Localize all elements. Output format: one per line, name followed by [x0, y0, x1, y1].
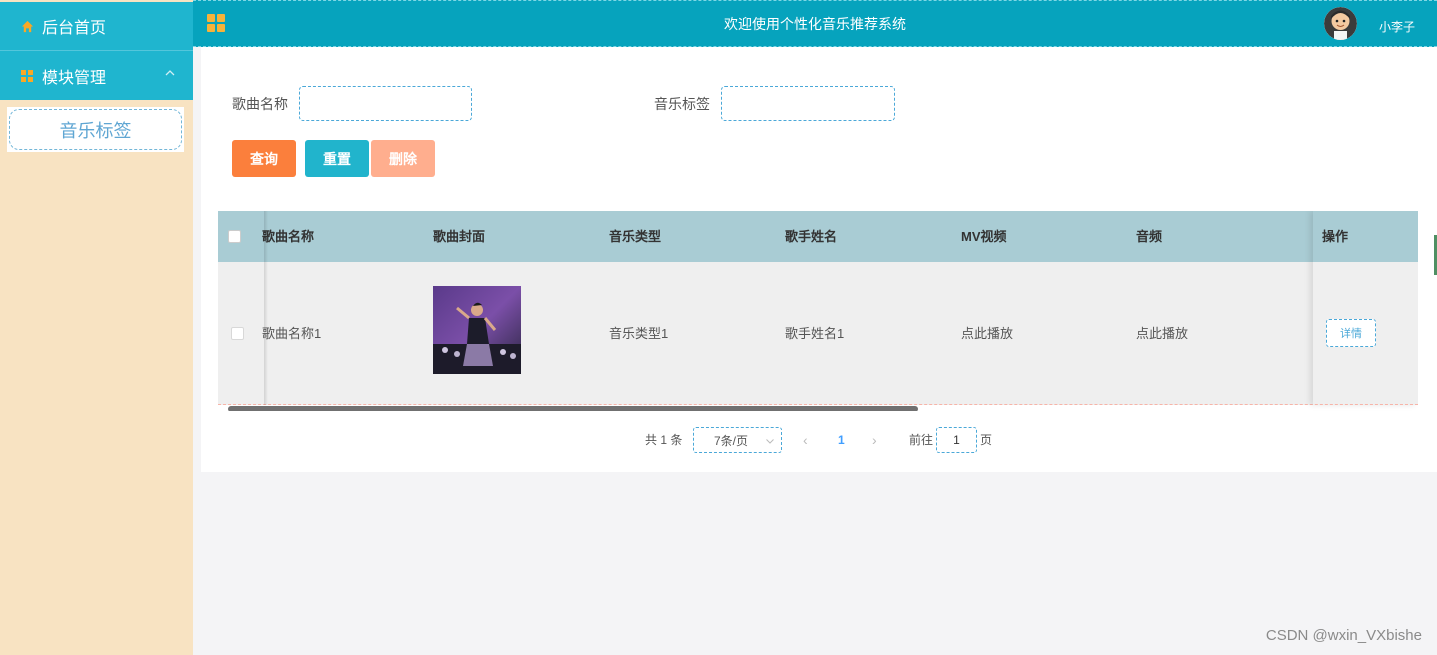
- goto-label: 前往: [909, 433, 934, 447]
- sidebar-item-module-management[interactable]: 模块管理: [0, 51, 193, 100]
- cell-mv-link[interactable]: 点此播放: [961, 262, 1013, 405]
- page-title: 欢迎使用个性化音乐推荐系统: [724, 16, 906, 32]
- song-name-input[interactable]: [299, 86, 472, 121]
- sidebar-item-module-label: 模块管理: [42, 69, 107, 87]
- watermark: CSDN @wxin_VXbishe: [1265, 627, 1422, 644]
- home-icon: [20, 19, 34, 33]
- query-button[interactable]: 查询: [232, 140, 296, 177]
- page-unit-label: 页: [980, 433, 993, 447]
- page-size-value: 7条/页: [714, 434, 749, 448]
- pagination-total: 共 1 条: [645, 433, 683, 447]
- col-song-name: 歌曲名称: [262, 229, 315, 244]
- song-cover-image: [433, 286, 521, 374]
- main-content: 歌曲名称 音乐标签 查询 重置 删除 歌曲名称 歌曲封面 音乐类型 歌手姓名 M…: [201, 47, 1437, 472]
- delete-button[interactable]: 删除: [371, 140, 435, 177]
- col-singer: 歌手姓名: [785, 229, 838, 244]
- prev-page-icon[interactable]: ‹: [803, 427, 808, 453]
- select-all-checkbox[interactable]: [228, 230, 241, 243]
- col-music-type: 音乐类型: [609, 229, 662, 244]
- fixed-column-shadow: [264, 211, 268, 405]
- current-page-number[interactable]: 1: [838, 427, 845, 453]
- chevron-down-icon: [766, 439, 774, 444]
- submenu-item-music-tags[interactable]: 音乐标签: [9, 109, 182, 150]
- chevron-up-icon[interactable]: [165, 68, 175, 78]
- reset-button[interactable]: 重置: [305, 140, 369, 177]
- song-name-label: 歌曲名称: [232, 96, 288, 112]
- top-header: 欢迎使用个性化音乐推荐系统 小李子: [193, 0, 1437, 47]
- page-size-select[interactable]: 7条/页: [693, 427, 782, 453]
- submenu: 音乐标签: [7, 107, 184, 152]
- cell-music-type: 音乐类型1: [609, 326, 669, 341]
- col-cover: 歌曲封面: [433, 229, 486, 244]
- music-tag-input[interactable]: [721, 86, 895, 121]
- next-page-icon[interactable]: ›: [872, 427, 877, 453]
- avatar[interactable]: [1324, 7, 1357, 40]
- row-checkbox[interactable]: [231, 327, 244, 340]
- sidebar-item-home[interactable]: 后台首页: [0, 2, 193, 51]
- music-tag-label: 音乐标签: [654, 96, 710, 112]
- sidebar-item-home-label: 后台首页: [42, 20, 107, 37]
- submenu-item-label: 音乐标签: [59, 120, 132, 141]
- cell-audio-link[interactable]: 点此播放: [1136, 262, 1188, 405]
- table-header: 歌曲名称 歌曲封面 音乐类型 歌手姓名 MV视频 音频 操作: [218, 211, 1418, 262]
- username[interactable]: 小李子: [1379, 18, 1415, 35]
- goto-page-input[interactable]: 1: [936, 427, 977, 453]
- fixed-action-column: [1313, 211, 1418, 405]
- col-mv: MV视频: [961, 229, 1007, 244]
- cell-singer: 歌手姓名1: [785, 326, 845, 341]
- cell-song-name: 歌曲名称1: [262, 326, 322, 341]
- col-audio: 音频: [1136, 229, 1163, 244]
- grid-icon: [20, 69, 34, 83]
- data-table: 歌曲名称 歌曲封面 音乐类型 歌手姓名 MV视频 音频 操作 歌曲名称1 音乐类…: [218, 211, 1418, 411]
- scrollbar-thumb[interactable]: [228, 406, 918, 411]
- sidebar: 后台首页 模块管理 音乐标签: [0, 0, 193, 655]
- table-row: 歌曲名称1 音乐类型1 歌手姓名1 点此播放 点此播放 详情: [218, 262, 1418, 405]
